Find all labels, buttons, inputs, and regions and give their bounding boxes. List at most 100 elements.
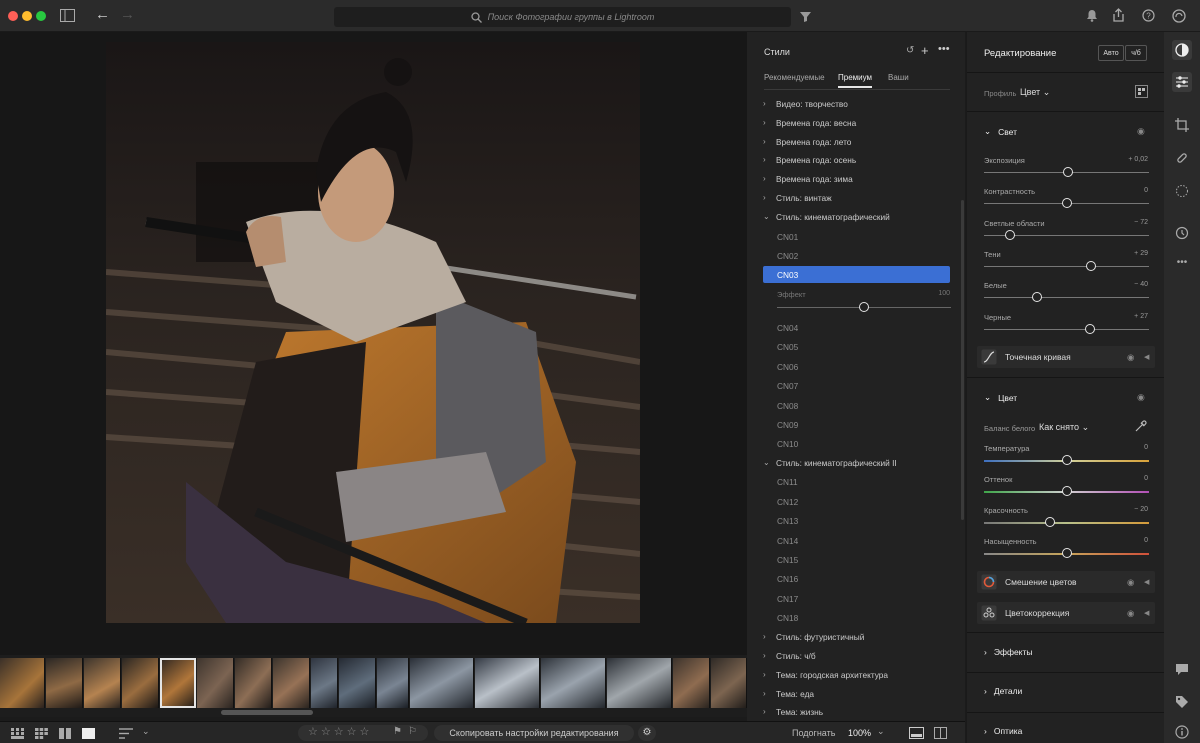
- slider-track[interactable]: [984, 265, 1149, 267]
- filmstrip-thumbnail[interactable]: [122, 658, 159, 708]
- zoom-chevron-icon[interactable]: ⌄: [877, 726, 885, 737]
- style-group-item-expanded[interactable]: ⌄ Стиль: кинематографический: [763, 207, 950, 226]
- share-icon[interactable]: [1112, 8, 1125, 22]
- filmstrip-thumbnail[interactable]: [197, 658, 234, 708]
- profile-browser-icon[interactable]: [1135, 85, 1148, 98]
- section-details-header[interactable]: › Детали: [984, 686, 1022, 696]
- filmstrip-thumbnail[interactable]: [475, 658, 540, 708]
- expand-arrow-icon[interactable]: ◀: [1144, 578, 1149, 586]
- color-grading-row[interactable]: Цветокоррекция ◉ ◀: [977, 602, 1155, 624]
- style-group-item[interactable]: › Времена года: зима: [763, 169, 950, 188]
- slider-handle[interactable]: [1061, 455, 1072, 465]
- maximize-window-button[interactable]: [36, 11, 46, 21]
- history-icon[interactable]: [1172, 223, 1192, 243]
- slider-value[interactable]: + 0,02: [1128, 156, 1148, 163]
- style-preset-item[interactable]: CN18: [763, 609, 950, 626]
- slider-track[interactable]: [984, 297, 1149, 299]
- section-optics-header[interactable]: › Оптика: [984, 726, 1022, 736]
- style-preset-item[interactable]: CN17: [763, 590, 950, 607]
- filmstrip-scrollbar[interactable]: [221, 710, 313, 715]
- flag-reject-icon[interactable]: ⚐: [408, 726, 417, 737]
- style-preset-item[interactable]: CN05: [763, 338, 950, 355]
- minimize-window-button[interactable]: [22, 11, 32, 21]
- slider-handle[interactable]: [1045, 517, 1055, 527]
- filmstrip-thumbnail[interactable]: [235, 658, 272, 708]
- style-group-item[interactable]: › Тема: жизнь: [763, 702, 950, 721]
- slider-value[interactable]: − 20: [1134, 506, 1148, 513]
- white-balance-dropdown[interactable]: Как снято ⌄: [1039, 422, 1089, 433]
- style-preset-item[interactable]: CN07: [763, 377, 950, 394]
- style-preset-item[interactable]: CN02: [763, 247, 950, 264]
- healing-bandage-icon[interactable]: [1172, 148, 1192, 168]
- style-group-item[interactable]: › Времена года: лето: [763, 132, 950, 151]
- filmstrip-thumbnail[interactable]: [273, 658, 310, 708]
- eyedropper-icon[interactable]: [1134, 420, 1147, 433]
- adjust-sliders-icon[interactable]: [1172, 72, 1192, 92]
- slider-value[interactable]: − 40: [1134, 281, 1148, 288]
- slider-handle[interactable]: [1031, 292, 1042, 303]
- slider-value[interactable]: 0: [1144, 187, 1148, 194]
- edit-tool-icon[interactable]: [1172, 40, 1192, 60]
- filmstrip-thumbnail[interactable]: [46, 658, 83, 708]
- expand-arrow-icon[interactable]: ◀: [1144, 353, 1149, 361]
- slider-value[interactable]: 0: [1144, 475, 1148, 482]
- help-icon[interactable]: ?: [1142, 9, 1155, 22]
- sort-icon[interactable]: [119, 728, 133, 739]
- style-preset-item[interactable]: CN10: [763, 435, 950, 452]
- sidebar-toggle-icon[interactable]: [60, 9, 75, 22]
- cloud-sync-icon[interactable]: [1172, 9, 1186, 23]
- section-light-header[interactable]: ⌄ Свет: [984, 126, 1017, 137]
- flag-pick-icon[interactable]: ⚑: [393, 726, 402, 737]
- slider-value[interactable]: 0: [1144, 537, 1148, 544]
- filmstrip-thumbnail[interactable]: [607, 658, 672, 708]
- tab-recommended[interactable]: Рекомендуемые: [764, 73, 825, 82]
- section-color-header[interactable]: ⌄ Цвет: [984, 392, 1017, 403]
- profile-dropdown[interactable]: Цвет ⌄: [1020, 87, 1050, 98]
- style-preset-item[interactable]: CN01: [763, 228, 950, 245]
- search-input[interactable]: Поиск Фотографии группы в Lightroom: [334, 7, 791, 27]
- style-preset-item[interactable]: CN04: [763, 319, 950, 336]
- filmstrip-thumbnail[interactable]: [84, 658, 121, 708]
- comment-icon[interactable]: [1172, 659, 1192, 679]
- sort-chevron-icon[interactable]: ⌄: [142, 726, 150, 737]
- style-group-item[interactable]: › Времена года: осень: [763, 150, 950, 169]
- section-effects-header[interactable]: › Эффекты: [984, 647, 1032, 657]
- filmstrip-thumbnail[interactable]: [541, 658, 606, 708]
- auto-button[interactable]: Авто: [1098, 45, 1124, 61]
- visibility-eye-icon[interactable]: ◉: [1127, 608, 1134, 619]
- tab-yours[interactable]: Ваши: [888, 73, 909, 82]
- single-view-icon[interactable]: [82, 728, 95, 739]
- slider-handle[interactable]: [1061, 548, 1072, 558]
- back-arrow-icon[interactable]: ←: [95, 7, 110, 22]
- tag-icon[interactable]: [1172, 692, 1192, 712]
- more-tools-icon[interactable]: •••: [1172, 252, 1192, 272]
- bell-icon[interactable]: [1086, 9, 1098, 22]
- visibility-eye-icon[interactable]: ◉: [1137, 392, 1145, 403]
- style-preset-item-selected[interactable]: CN03: [763, 266, 950, 283]
- forward-arrow-icon[interactable]: →: [120, 7, 135, 22]
- filmstrip-thumbnail[interactable]: [410, 658, 474, 708]
- filmstrip-thumbnail[interactable]: [311, 658, 338, 708]
- slider-handle[interactable]: [1061, 198, 1072, 209]
- style-group-item-expanded[interactable]: ⌄ Стиль: кинематографический II: [763, 453, 950, 472]
- filmstrip-thumbnail[interactable]: [339, 658, 376, 708]
- reset-icon[interactable]: ↺: [906, 45, 914, 56]
- style-group-item[interactable]: › Времена года: весна: [763, 113, 950, 132]
- masking-icon[interactable]: [1172, 181, 1192, 201]
- filmstrip-thumbnail-selected[interactable]: [160, 658, 196, 708]
- info-icon[interactable]: [1172, 722, 1192, 742]
- slider-value[interactable]: − 72: [1134, 219, 1148, 226]
- slider-value[interactable]: + 27: [1134, 313, 1148, 320]
- compare-view-icon[interactable]: [59, 728, 71, 739]
- style-preset-item[interactable]: CN15: [763, 551, 950, 568]
- bw-button[interactable]: ч/б: [1125, 45, 1147, 61]
- copy-settings-button[interactable]: Скопировать настройки редактирования: [434, 725, 634, 741]
- style-preset-item[interactable]: CN13: [763, 512, 950, 529]
- point-curve-row[interactable]: Точечная кривая ◉ ◀: [977, 346, 1155, 368]
- style-group-item[interactable]: › Стиль: винтаж: [763, 188, 950, 207]
- visibility-eye-icon[interactable]: ◉: [1137, 126, 1145, 137]
- style-group-item[interactable]: › Стиль: футуристичный: [763, 627, 950, 646]
- slider-handle[interactable]: [1084, 323, 1095, 334]
- filmstrip-thumbnail[interactable]: [673, 658, 710, 708]
- square-grid-icon[interactable]: [35, 728, 48, 739]
